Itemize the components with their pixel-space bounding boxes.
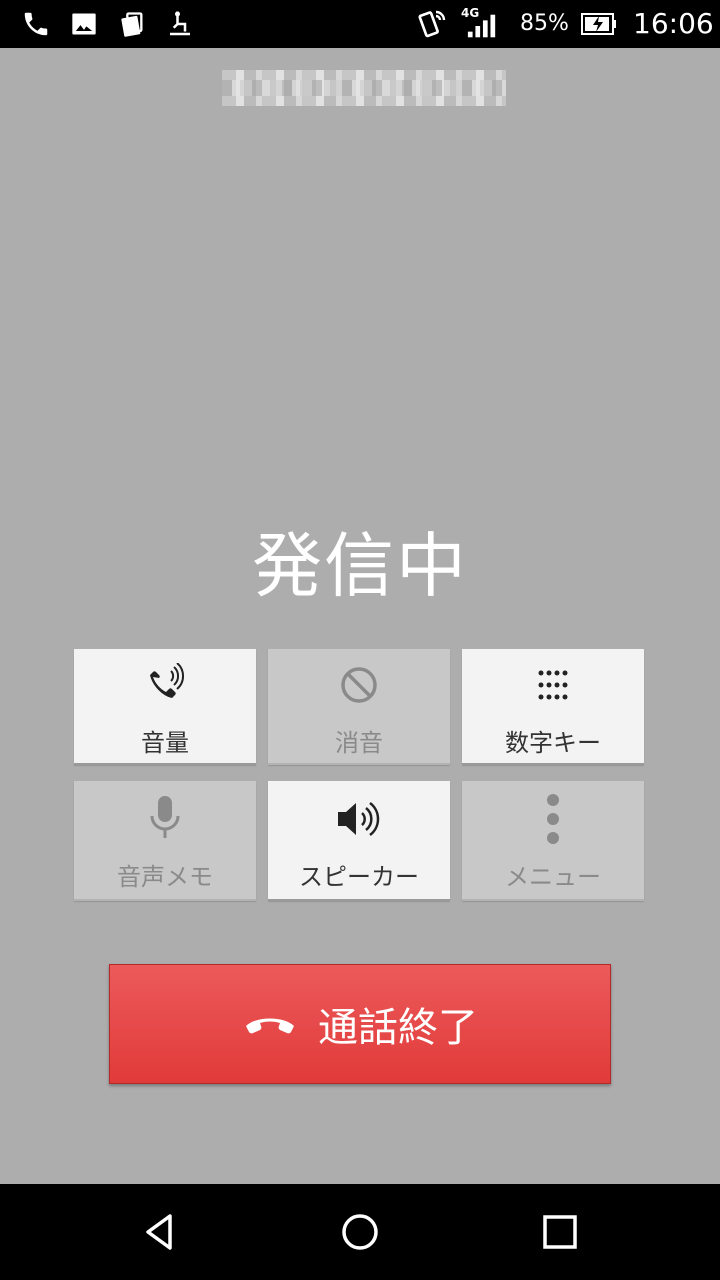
caller-number-obscured <box>222 70 506 106</box>
mute-label: 消音 <box>335 729 383 757</box>
menu-button[interactable]: メニュー <box>462 781 644 901</box>
voice-memo-label: 音声メモ <box>117 863 213 891</box>
speaker-label: スピーカー <box>299 863 419 891</box>
battery-charging-icon <box>580 8 618 40</box>
speaker-button[interactable]: スピーカー <box>268 781 450 901</box>
voice-memo-button[interactable]: 音声メモ <box>74 781 256 901</box>
signal-icon <box>466 10 498 42</box>
back-icon[interactable] <box>136 1208 184 1256</box>
volume-label: 音量 <box>141 729 189 757</box>
volume-button[interactable]: 音量 <box>74 649 256 765</box>
volume-phone-icon <box>74 663 256 707</box>
phone-icon <box>20 8 52 40</box>
touch-icon <box>164 8 196 40</box>
recents-icon[interactable] <box>536 1208 584 1256</box>
mute-icon <box>268 663 450 707</box>
image-icon <box>68 8 100 40</box>
vibrate-phone-icon <box>416 8 448 40</box>
navigation-bar <box>0 1184 720 1280</box>
hang-up-icon <box>242 1008 298 1040</box>
speaker-icon <box>268 797 450 841</box>
mute-button[interactable]: 消音 <box>268 649 450 765</box>
end-call-button[interactable]: 通話終了 <box>109 964 611 1084</box>
microphone-icon <box>74 793 256 843</box>
keypad-icon <box>462 663 644 707</box>
end-call-label: 通話終了 <box>318 1005 478 1051</box>
cards-icon <box>116 8 148 40</box>
keypad-label: 数字キー <box>505 729 601 757</box>
more-vert-icon <box>462 791 644 847</box>
home-icon[interactable] <box>336 1208 384 1256</box>
status-bar: 4G 85% 16:06 <box>0 0 720 48</box>
clock: 16:06 <box>633 7 714 40</box>
call-status: 発信中 <box>252 525 468 607</box>
keypad-button[interactable]: 数字キー <box>462 649 644 765</box>
menu-label: メニュー <box>505 863 601 891</box>
battery-percent: 85% <box>520 11 569 36</box>
